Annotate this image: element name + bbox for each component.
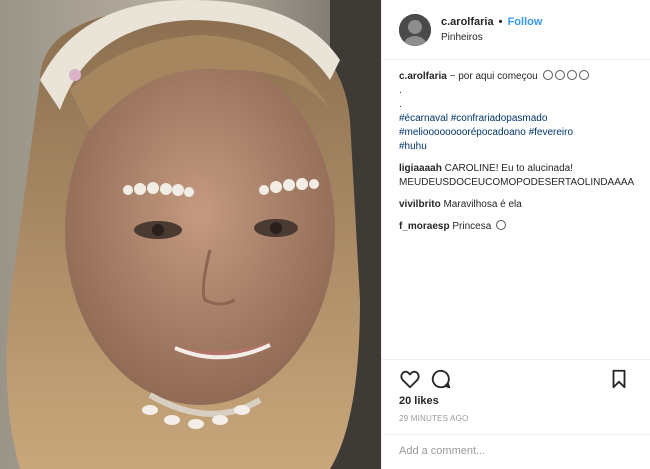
hashtag-link[interactable]: #fevereiro [529, 127, 573, 138]
caption-dot: . [399, 85, 402, 96]
comments-list: c.arolfaria ~ por aqui começou . . #écar… [382, 60, 639, 234]
emoji-icon [578, 70, 589, 80]
comment-username[interactable]: ligiaaaah [399, 163, 442, 174]
separator-dot: • [498, 16, 503, 28]
comment-text: Maravilhosa é ela [443, 199, 522, 210]
hashtag-link[interactable]: #huhu [399, 141, 427, 152]
add-comment-input[interactable]: Add a comment... [382, 434, 650, 469]
emoji-icon [566, 70, 577, 80]
caption-dot: . [399, 99, 402, 110]
avatar-image [399, 13, 431, 46]
location-link[interactable]: Pinheiros [441, 32, 542, 43]
emoji-icon [554, 70, 565, 80]
header-top: c.arolfaria • Follow [441, 16, 542, 28]
hashtag-link[interactable]: #melioooooooorépocadoano [399, 127, 526, 138]
emoji-icon [496, 220, 507, 230]
hashtag-link[interactable]: #confrariadopasmado [451, 113, 548, 124]
post-photo[interactable] [0, 0, 381, 469]
hashtag-link[interactable]: #écarnaval [399, 113, 448, 124]
caption-text: ~ por aqui começou [449, 71, 538, 82]
heart-icon[interactable] [399, 368, 421, 390]
comment-username[interactable]: vivilbrito [399, 199, 441, 210]
hashtag-line: #melioooooooorépocadoano #fevereiro [399, 126, 639, 140]
action-bar [382, 359, 650, 398]
header-username[interactable]: c.arolfaria [441, 16, 494, 28]
comment-icon[interactable] [430, 368, 452, 390]
comment-text: Princesa [452, 221, 492, 232]
comment: ligiaaaah CAROLINE! Eu to alucinada! MEU… [399, 162, 639, 190]
photo-illustration [0, 0, 381, 469]
comment: vivilbrito Maravilhosa é ela [399, 198, 639, 212]
comment: f_moraesp Princesa [399, 220, 639, 234]
header-text: c.arolfaria • Follow Pinheiros [441, 16, 542, 43]
likes-count[interactable]: 20 likes [399, 395, 439, 407]
follow-button[interactable]: Follow [508, 16, 543, 28]
post-sidebar: c.arolfaria • Follow Pinheiros c.arolfar… [381, 0, 650, 469]
caption-username[interactable]: c.arolfaria [399, 71, 447, 82]
comment-username[interactable]: f_moraesp [399, 221, 450, 232]
hashtag-line: #huhu [399, 140, 639, 154]
bookmark-icon[interactable] [608, 368, 630, 390]
hashtag-line: #écarnaval #confrariadopasmado [399, 112, 639, 126]
post-timestamp: 29 MINUTES AGO [399, 414, 469, 423]
post-header: c.arolfaria • Follow Pinheiros [382, 0, 650, 60]
emoji-icon [542, 70, 553, 80]
caption: c.arolfaria ~ por aqui começou . . #écar… [399, 70, 639, 154]
instagram-post: c.arolfaria • Follow Pinheiros c.arolfar… [0, 0, 650, 469]
avatar[interactable] [399, 13, 431, 46]
